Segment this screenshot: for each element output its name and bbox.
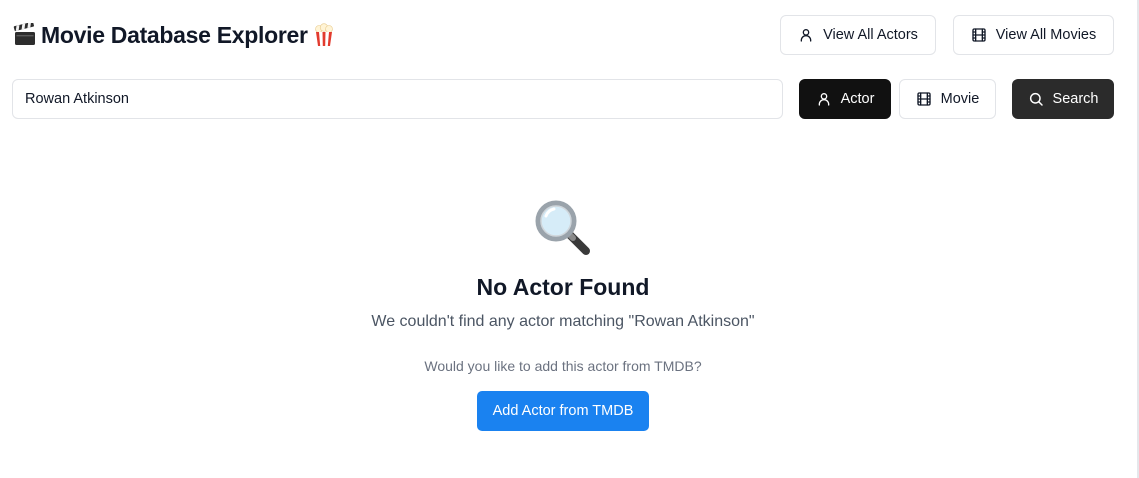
search-button[interactable]: Search [1012,79,1114,119]
clapper-board-icon [12,22,38,48]
empty-state-message: We couldn't find any actor matching "Row… [371,313,755,330]
film-icon [916,91,932,107]
magnifying-glass-icon [531,196,595,260]
search-icon [1028,91,1044,107]
empty-state-title: No Actor Found [476,274,650,300]
header-actions: View All Actors View All Movies [780,15,1114,55]
app-title: Movie Database Explorer [12,22,337,49]
film-icon [971,27,987,43]
app-title-text: Movie Database Explorer [41,21,308,48]
view-all-actors-label: View All Actors [823,27,918,43]
search-button-wrap: Search [1012,79,1114,119]
search-type-toggle: Actor Movie [799,79,996,119]
empty-state: No Actor Found We couldn't find any acto… [0,196,1126,431]
header: Movie Database Explorer View All Actors … [12,15,1114,55]
actor-type-button[interactable]: Actor [799,79,891,119]
movie-type-button[interactable]: Movie [899,79,996,119]
user-icon [816,91,832,107]
view-all-movies-label: View All Movies [995,27,1097,43]
empty-state-prompt: Would you like to add this actor from TM… [424,358,702,374]
actor-type-label: Actor [840,91,875,107]
search-input[interactable] [12,79,783,119]
add-actor-from-tmdb-button[interactable]: Add Actor from TMDB [476,391,650,431]
view-all-actors-button[interactable]: View All Actors [780,15,936,55]
search-button-label: Search [1052,91,1099,107]
popcorn-icon [311,22,337,48]
view-all-movies-button[interactable]: View All Movies [953,15,1114,55]
user-icon [798,27,814,43]
page: Movie Database Explorer View All Actors … [0,0,1139,478]
movie-type-label: Movie [940,91,980,107]
search-row: Actor Movie Search [12,79,1114,119]
